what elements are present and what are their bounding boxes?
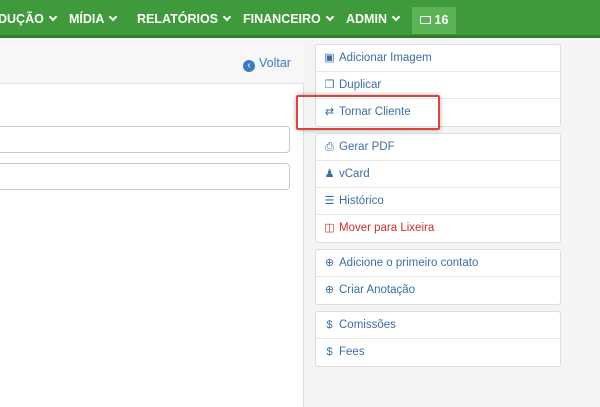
chevron-down-icon — [325, 12, 335, 22]
duplicate-action[interactable]: ❐ Duplicar — [316, 72, 560, 99]
back-label: Voltar — [259, 56, 291, 70]
nav-item-label: FINANCEIRO — [243, 12, 321, 26]
history-action[interactable]: ☰ Histórico — [316, 188, 560, 215]
action-label: Adicione o primeiro contato — [339, 257, 479, 269]
create-note-action[interactable]: ⊕ Criar Anotação — [316, 277, 560, 304]
actions-group-2: ⎙ Gerar PDF ♟ vCard ☰ Histórico ◫ Mover para… — [315, 133, 561, 243]
image-icon: ▣ — [324, 52, 335, 64]
move-to-trash-action[interactable]: ◫ Mover para Lixeira — [316, 215, 560, 242]
top-navbar: DUÇÃO MÍDIA RELATÓRIOS FINANCEIRO ADMIN … — [0, 0, 600, 38]
text-input-1[interactable] — [0, 126, 290, 153]
user-icon: ♟ — [324, 168, 335, 180]
action-label: Criar Anotação — [339, 284, 416, 296]
actions-group-1: ▣ Adicionar Imagem ❐ Duplicar ⇄ Tornar Clie… — [315, 44, 561, 127]
envelope-icon — [419, 16, 431, 24]
nav-item-label: ADMIN — [346, 12, 387, 26]
nav-item-label: MÍDIA — [69, 12, 105, 26]
text-input-2[interactable] — [0, 163, 290, 190]
nav-item-admin[interactable]: ADMIN — [346, 0, 401, 35]
action-label: Gerar PDF — [339, 141, 395, 153]
copy-icon: ❐ — [324, 79, 335, 91]
nav-item-producao[interactable]: DUÇÃO — [0, 0, 58, 35]
plus-circle-icon: ⊕ — [324, 257, 335, 269]
action-label: Histórico — [339, 195, 384, 207]
messages-count: 16 — [434, 13, 449, 27]
main-panel: ‹ Voltar — [0, 43, 304, 407]
list-icon: ☰ — [324, 195, 335, 207]
dollar-icon: $ — [326, 346, 333, 358]
chevron-down-icon — [48, 12, 58, 22]
generate-pdf-action[interactable]: ⎙ Gerar PDF — [316, 134, 560, 161]
nav-item-label: DUÇÃO — [0, 12, 44, 26]
chevron-down-icon — [391, 12, 401, 22]
nav-item-financeiro[interactable]: FINANCEIRO — [243, 0, 335, 35]
messages-badge[interactable]: 16 — [412, 7, 456, 34]
add-first-contact-action[interactable]: ⊕ Adicione o primeiro contato — [316, 250, 560, 277]
panel-header: ‹ Voltar — [0, 43, 304, 84]
action-label: Comissões — [339, 319, 396, 331]
plus-circle-icon: ⊕ — [324, 284, 335, 296]
actions-group-3: ⊕ Adicione o primeiro contato ⊕ Criar Anot… — [315, 249, 561, 305]
vcard-action[interactable]: ♟ vCard — [316, 161, 560, 188]
commissions-action[interactable]: $ Comissões — [316, 312, 560, 339]
nav-item-label: RELATÓRIOS — [137, 12, 219, 26]
action-label: Mover para Lixeira — [339, 222, 435, 234]
actions-group-4: $ Comissões $ Fees — [315, 311, 561, 367]
chevron-down-icon — [109, 12, 118, 22]
retweet-icon: ⇄ — [324, 106, 335, 118]
fees-action[interactable]: $ Fees — [316, 339, 560, 366]
action-label: vCard — [339, 168, 370, 180]
print-icon: ⎙ — [325, 141, 334, 153]
make-client-action[interactable]: ⇄ Tornar Cliente — [316, 99, 560, 126]
chevron-down-icon — [222, 12, 232, 22]
add-image-action[interactable]: ▣ Adicionar Imagem — [316, 45, 560, 72]
action-label: Adicionar Imagem — [339, 52, 432, 64]
action-label: Fees — [339, 346, 365, 358]
action-label: Tornar Cliente — [339, 106, 411, 118]
arrow-left-circle-icon: ‹ — [243, 60, 255, 72]
trash-icon: ◫ — [324, 222, 335, 234]
action-label: Duplicar — [339, 79, 382, 91]
nav-item-midia[interactable]: MÍDIA — [69, 0, 118, 35]
nav-item-relatorios[interactable]: RELATÓRIOS — [137, 0, 232, 35]
dollar-icon: $ — [326, 319, 333, 331]
back-link[interactable]: ‹ Voltar — [243, 56, 291, 72]
